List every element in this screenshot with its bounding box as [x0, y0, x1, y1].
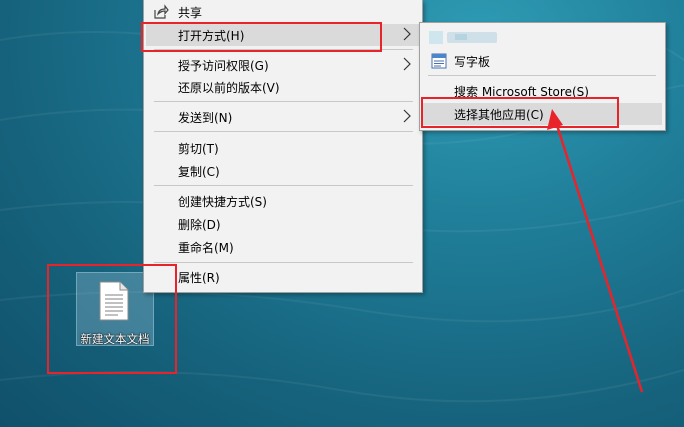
menu-separator: [428, 75, 656, 76]
menu-item-label: 打开方式(H): [178, 29, 245, 43]
submenu-item-label: 搜索 Microsoft Store(S): [454, 85, 589, 99]
menu-item-create-shortcut[interactable]: 创建快捷方式(S): [146, 190, 420, 212]
chevron-right-icon: [403, 109, 411, 123]
wordpad-icon: [431, 53, 447, 69]
menu-separator: [154, 49, 413, 50]
menu-item-grant-access[interactable]: 授予访问权限(G): [146, 54, 420, 76]
chevron-right-icon: [403, 27, 411, 41]
menu-item-share[interactable]: 共享: [146, 1, 420, 23]
chevron-right-icon: [403, 57, 411, 71]
menu-item-label: 还原以前的版本(V): [178, 81, 280, 95]
menu-item-rename[interactable]: 重命名(M): [146, 236, 420, 258]
submenu-item-search-store[interactable]: 搜索 Microsoft Store(S): [423, 80, 662, 102]
menu-item-restore-versions[interactable]: 还原以前的版本(V): [146, 76, 420, 98]
submenu-item-label: 写字板: [454, 55, 491, 69]
menu-item-open-with[interactable]: 打开方式(H): [146, 24, 420, 46]
menu-separator: [154, 101, 413, 102]
menu-separator: [154, 262, 413, 263]
blurred-app-icon: [429, 31, 497, 44]
menu-item-label: 复制(C): [178, 165, 220, 179]
menu-item-label: 剪切(T): [178, 142, 219, 156]
menu-item-label: 删除(D): [178, 218, 221, 232]
menu-item-send-to[interactable]: 发送到(N): [146, 106, 420, 128]
share-icon: [154, 4, 169, 19]
text-document-icon: [99, 281, 129, 321]
menu-item-copy[interactable]: 复制(C): [146, 160, 420, 182]
menu-item-properties[interactable]: 属性(R): [146, 266, 420, 288]
menu-separator: [154, 131, 413, 132]
menu-item-cut[interactable]: 剪切(T): [146, 137, 420, 159]
menu-item-label: 授予访问权限(G): [178, 59, 269, 73]
submenu-item-blurred-app[interactable]: [423, 26, 662, 48]
menu-item-label: 属性(R): [178, 271, 220, 285]
menu-item-label: 发送到(N): [178, 111, 233, 125]
menu-item-label: 创建快捷方式(S): [178, 195, 267, 209]
submenu-item-wordpad[interactable]: 写字板: [423, 50, 662, 72]
submenu-item-choose-other-app[interactable]: 选择其他应用(C): [423, 103, 662, 125]
menu-item-delete[interactable]: 删除(D): [146, 213, 420, 235]
context-menu: 共享 打开方式(H) 授予访问权限(G) 还原以前的版本(V) 发送到(N) 剪…: [143, 0, 423, 293]
menu-item-label: 重命名(M): [178, 241, 234, 255]
submenu-item-label: 选择其他应用(C): [454, 108, 544, 122]
open-with-submenu: 写字板 搜索 Microsoft Store(S) 选择其他应用(C): [419, 22, 666, 131]
desktop-file-label: 新建文本文档: [80, 332, 150, 346]
menu-separator: [154, 185, 413, 186]
menu-item-label: 共享: [178, 6, 203, 20]
